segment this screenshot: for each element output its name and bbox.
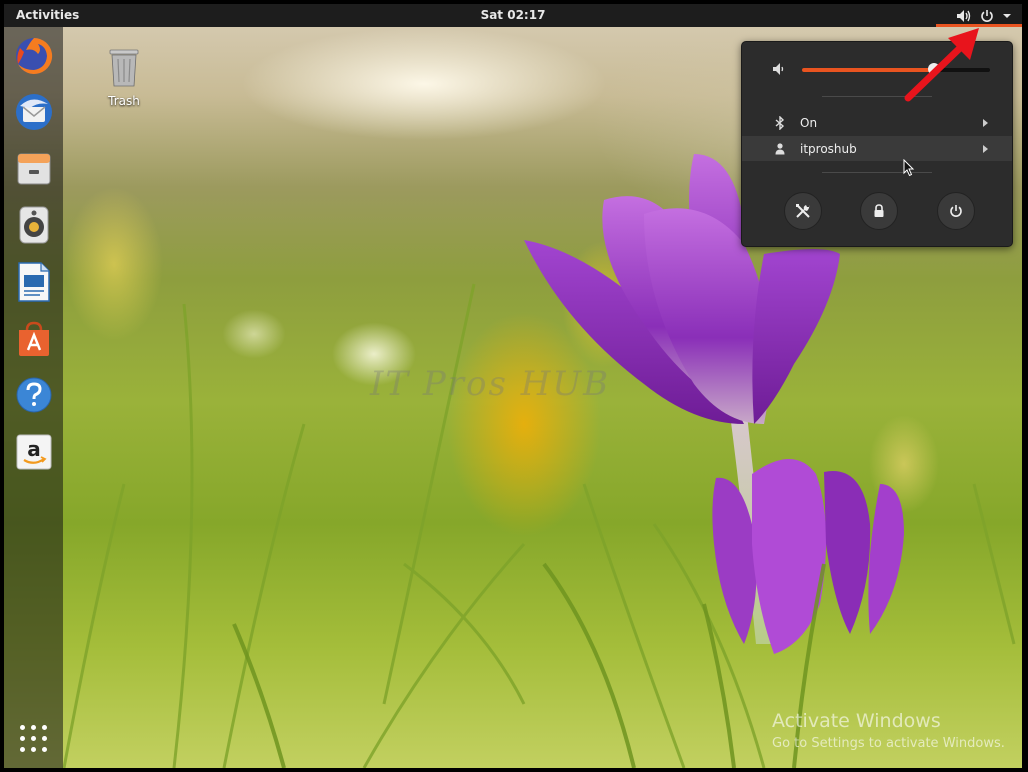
files-icon <box>17 153 51 185</box>
show-applications-button[interactable] <box>20 725 48 753</box>
dock-files[interactable] <box>12 147 56 191</box>
settings-button[interactable] <box>784 192 822 230</box>
mouse-cursor-icon <box>903 159 915 177</box>
dropdown-arrow-icon <box>1003 14 1011 18</box>
dock-rhythmbox[interactable] <box>12 203 56 247</box>
dock-help[interactable] <box>12 373 56 417</box>
system-tray[interactable] <box>956 6 1012 26</box>
help-icon <box>16 377 52 413</box>
rhythmbox-icon <box>19 206 49 244</box>
chevron-right-icon <box>983 144 988 153</box>
thunderbird-icon <box>16 94 52 130</box>
bluetooth-label: On <box>800 115 818 130</box>
power-icon <box>981 10 993 22</box>
tray-active-indicator <box>936 24 1022 27</box>
user-icon <box>775 142 785 154</box>
watermark: IT Pros HUB <box>370 364 611 404</box>
volume-slider[interactable] <box>802 63 990 75</box>
settings-icon <box>796 204 810 218</box>
top-bar: Activities Sat 02:17 <box>4 4 1022 27</box>
volume-row <box>742 58 1012 82</box>
activation-subtitle: Go to Settings to activate Windows. <box>772 736 1005 751</box>
activities-button[interactable]: Activities <box>16 8 79 22</box>
lock-icon <box>874 204 884 217</box>
dock-amazon[interactable]: a <box>12 430 56 474</box>
power-off-button[interactable] <box>937 192 975 230</box>
lock-button[interactable] <box>860 192 898 230</box>
dock-thunderbird[interactable] <box>12 90 56 134</box>
clock[interactable]: Sat 02:17 <box>481 8 546 22</box>
dock: a <box>4 27 63 768</box>
volume-icon <box>957 10 971 22</box>
trash-icon <box>109 49 139 87</box>
menu-separator <box>822 172 932 173</box>
menu-separator <box>822 96 932 97</box>
volume-slider-handle[interactable] <box>927 63 940 75</box>
power-icon <box>950 205 962 217</box>
bluetooth-row[interactable]: On <box>742 110 1012 135</box>
dock-writer[interactable] <box>12 260 56 304</box>
volume-slider-fill <box>802 68 934 72</box>
desktop-trash[interactable]: Trash <box>104 46 144 108</box>
svg-text:a: a <box>27 437 41 461</box>
volume-muted-icon <box>773 63 784 75</box>
desktop-screen: IT Pros HUB Trash Activities Sat 02:17 a… <box>4 4 1022 768</box>
amazon-icon: a <box>16 434 52 470</box>
libreoffice-writer-icon <box>18 262 50 302</box>
bluetooth-icon <box>775 115 785 130</box>
trash-label: Trash <box>108 94 140 108</box>
activation-notice: Activate Windows Go to Settings to activ… <box>772 710 1005 751</box>
chevron-right-icon <box>983 118 988 127</box>
firefox-icon <box>16 37 53 74</box>
dock-firefox[interactable] <box>12 34 56 78</box>
dock-software[interactable] <box>12 317 56 361</box>
activation-title: Activate Windows <box>772 710 941 732</box>
software-center-icon <box>19 321 49 356</box>
user-label: itproshub <box>800 141 857 156</box>
system-menu: On itproshub <box>741 41 1013 247</box>
user-row[interactable]: itproshub <box>742 136 1012 161</box>
